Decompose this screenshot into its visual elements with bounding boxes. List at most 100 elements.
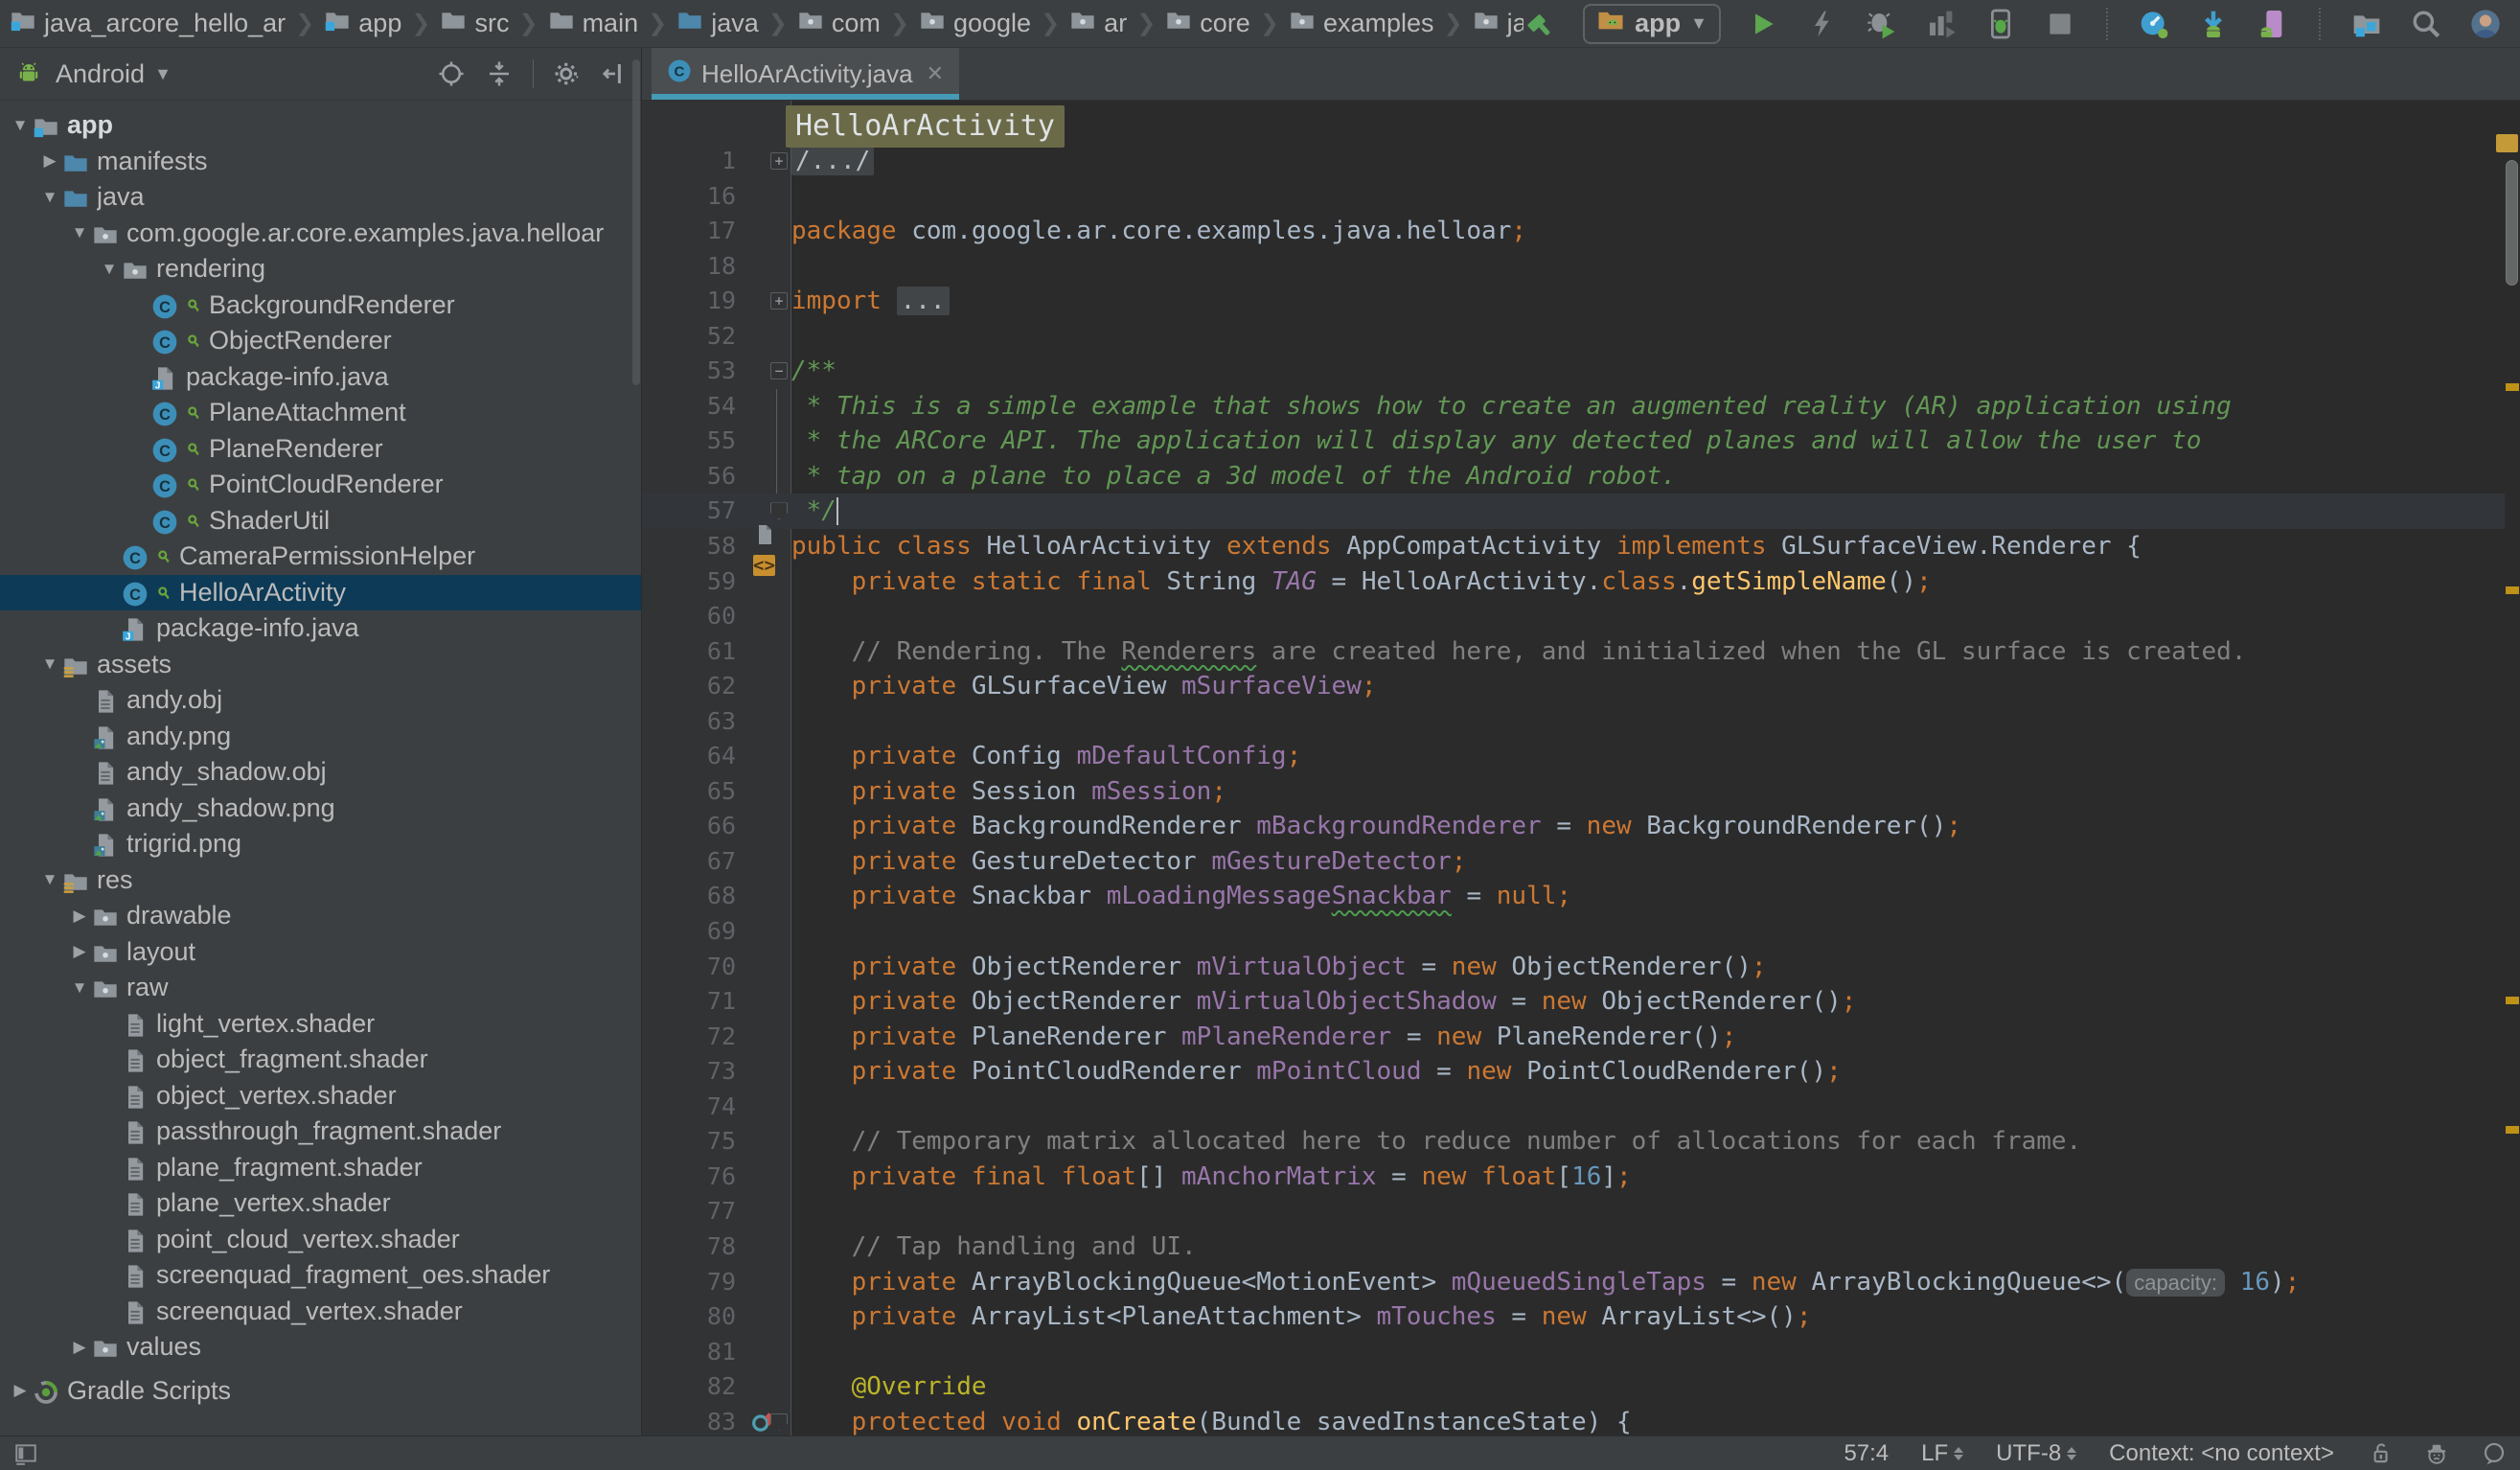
code-lines[interactable]: 1+/.../1617package com.google.ar.core.ex… <box>642 144 2505 1436</box>
apply-changes-button[interactable] <box>1805 7 1840 41</box>
code-line-62[interactable]: 62 private GLSurfaceView mSurfaceView; <box>642 669 2505 704</box>
close-icon[interactable]: ✕ <box>927 61 944 86</box>
code-line-1[interactable]: 1+/.../ <box>642 144 2505 179</box>
debug-button[interactable] <box>1865 7 1899 41</box>
code-line-59[interactable]: 59 private static final String TAG = Hel… <box>642 564 2505 600</box>
tree-item-layout[interactable]: ▶layout <box>0 934 641 971</box>
code-line-75[interactable]: 75 // Temporary matrix allocated here to… <box>642 1124 2505 1160</box>
gutter-slot[interactable] <box>749 179 791 215</box>
breadcrumb-item-main[interactable]: main <box>548 7 639 40</box>
gutter-slot[interactable] <box>749 669 791 704</box>
tree-item-res[interactable]: ▼res <box>0 862 641 899</box>
gutter-slot[interactable] <box>749 1299 791 1335</box>
gutter-slot[interactable] <box>749 214 791 249</box>
line-number[interactable]: 1 <box>642 144 749 179</box>
line-number[interactable]: 62 <box>642 669 749 704</box>
tree-item-package-info-java[interactable]: Jpackage-info.java <box>0 610 641 647</box>
breadcrumb-item-com[interactable]: com <box>797 7 881 40</box>
code-line-57[interactable]: 57 */ <box>642 494 2505 529</box>
tree-item-trigrid-png[interactable]: trigrid.png <box>0 826 641 862</box>
line-number[interactable]: 16 <box>642 179 749 215</box>
tree-item-planeattachment[interactable]: CPlaneAttachment <box>0 395 641 431</box>
line-number[interactable]: 72 <box>642 1020 749 1055</box>
line-number[interactable]: 80 <box>642 1299 749 1335</box>
chevron-collapsed-icon[interactable]: ▶ <box>67 1338 92 1357</box>
gutter-slot[interactable] <box>749 1229 791 1265</box>
gutter-slot[interactable] <box>749 1090 791 1125</box>
code-line-76[interactable]: 76 private final float[] mAnchorMatrix =… <box>642 1160 2505 1195</box>
tree-item-passthrough-fragment-shader[interactable]: passthrough_fragment.shader <box>0 1114 641 1150</box>
device-manager-button[interactable] <box>2256 7 2290 41</box>
code-line-65[interactable]: 65 private Session mSession; <box>642 774 2505 810</box>
hide-panel-button[interactable] <box>601 59 630 88</box>
code-line-83[interactable]: 83 protected void onCreate(Bundle savedI… <box>642 1405 2505 1436</box>
line-number[interactable]: 58 <box>642 529 749 564</box>
code-line-55[interactable]: 55 * the ARCore API. The application wil… <box>642 424 2505 459</box>
gutter-slot[interactable] <box>749 249 791 285</box>
tab-helloaractivity[interactable]: C HelloArActivity.java ✕ <box>652 48 959 100</box>
collapse-all-button[interactable] <box>485 59 514 88</box>
tree-item-app[interactable]: ▼app <box>0 107 641 144</box>
tree-item-planerenderer[interactable]: CPlaneRenderer <box>0 431 641 468</box>
breadcrumb-item-core[interactable]: core <box>1165 7 1250 40</box>
line-number[interactable]: 60 <box>642 599 749 634</box>
fold-end-icon[interactable] <box>770 502 788 519</box>
breadcrumb-item-java[interactable]: java <box>676 7 759 40</box>
breadcrumb-item-src[interactable]: src <box>440 7 509 40</box>
code-line-52[interactable]: 52 <box>642 319 2505 355</box>
chevron-expanded-icon[interactable]: ▼ <box>8 116 33 135</box>
tree-item-screenquad-vertex-shader[interactable]: screenquad_vertex.shader <box>0 1294 641 1330</box>
line-number[interactable]: 77 <box>642 1194 749 1229</box>
warning-stripe-mark[interactable] <box>2506 383 2519 391</box>
tree-item-object-fragment-shader[interactable]: object_fragment.shader <box>0 1042 641 1078</box>
gutter-slot[interactable] <box>749 809 791 844</box>
error-stripe[interactable] <box>2505 101 2520 1436</box>
gutter-slot[interactable] <box>749 879 791 914</box>
chevron-expanded-icon[interactable]: ▼ <box>37 870 62 889</box>
gutter-slot[interactable] <box>749 1265 791 1300</box>
code-line-73[interactable]: 73 private PointCloudRenderer mPointClou… <box>642 1054 2505 1090</box>
gutter-slot[interactable]: − <box>749 354 791 389</box>
tree-item-drawable[interactable]: ▶drawable <box>0 898 641 934</box>
line-number[interactable]: 66 <box>642 809 749 844</box>
locate-file-button[interactable] <box>437 59 466 88</box>
code-line-81[interactable]: 81 <box>642 1335 2505 1370</box>
line-number[interactable]: 78 <box>642 1229 749 1265</box>
gutter-slot[interactable] <box>749 739 791 774</box>
breadcrumb-item-java_arcore_hello_ar[interactable]: java_arcore_hello_ar <box>10 7 286 40</box>
tree-item-andy-shadow-png[interactable]: andy_shadow.png <box>0 791 641 827</box>
line-number[interactable]: 18 <box>642 249 749 285</box>
code-line-72[interactable]: 72 private PlaneRenderer mPlaneRenderer … <box>642 1020 2505 1055</box>
line-number[interactable]: 56 <box>642 459 749 494</box>
gutter-slot[interactable] <box>749 1124 791 1160</box>
code-line-17[interactable]: 17package com.google.ar.core.examples.ja… <box>642 214 2505 249</box>
project-structure-button[interactable] <box>2349 7 2384 41</box>
gutter-slot[interactable] <box>749 1020 791 1055</box>
search-everywhere-button[interactable] <box>2409 7 2443 41</box>
profile-avatar-button[interactable] <box>2468 7 2503 41</box>
line-number[interactable]: 54 <box>642 389 749 425</box>
code-line-19[interactable]: 19+import ... <box>642 284 2505 319</box>
gutter-slot[interactable] <box>749 1054 791 1090</box>
code-editor[interactable]: HelloArActivity 1+/.../1617package com.g… <box>642 101 2520 1436</box>
line-number[interactable]: 59 <box>642 564 749 600</box>
line-number[interactable]: 73 <box>642 1054 749 1090</box>
gutter-slot[interactable] <box>749 704 791 740</box>
line-number[interactable]: 19 <box>642 284 749 319</box>
tree-item-helloaractivity[interactable]: CHelloArActivity <box>0 575 641 611</box>
toolwindow-toggle-icon[interactable] <box>13 1441 38 1466</box>
tree-item-raw[interactable]: ▼raw <box>0 970 641 1006</box>
sdk-manager-button[interactable] <box>2196 7 2231 41</box>
editor-scrollbar-thumb[interactable] <box>2506 160 2518 286</box>
gutter-slot[interactable] <box>749 844 791 880</box>
fold-expand-icon[interactable]: + <box>770 292 788 310</box>
code-line-79[interactable]: 79 private ArrayBlockingQueue<MotionEven… <box>642 1265 2505 1300</box>
line-number[interactable]: 65 <box>642 774 749 810</box>
gutter-slot[interactable]: + <box>749 284 791 319</box>
tree-item-screenquad-fragment-oes-shader[interactable]: screenquad_fragment_oes.shader <box>0 1257 641 1294</box>
gutter-slot[interactable] <box>749 459 791 494</box>
line-number[interactable]: 53 <box>642 354 749 389</box>
gutter-slot[interactable] <box>749 319 791 355</box>
project-tree-scrollbar[interactable] <box>632 59 640 385</box>
tree-item-point-cloud-vertex-shader[interactable]: point_cloud_vertex.shader <box>0 1222 641 1258</box>
